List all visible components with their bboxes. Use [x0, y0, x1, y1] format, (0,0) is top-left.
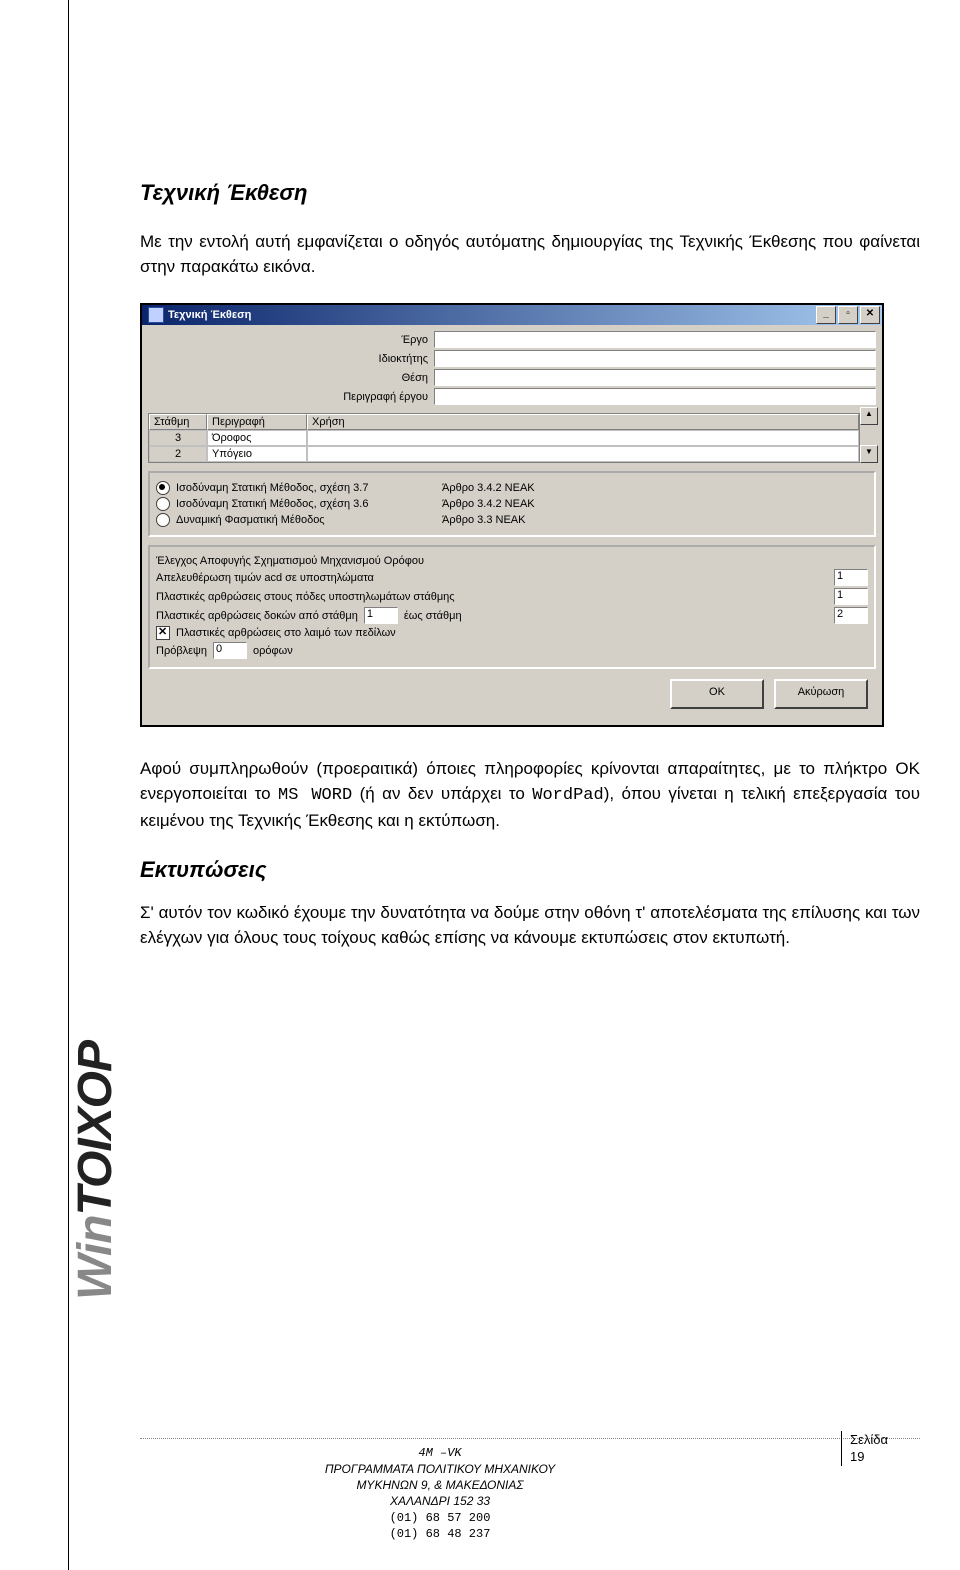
paragraph-after-window: Αφού συμπληρωθούν (προεραιτικά) όποιες π… [140, 757, 920, 833]
radio-static-36[interactable]: Ισοδύναμη Στατική Μέθοδος, σχέση 3.6 Άρθ… [156, 497, 868, 511]
footer-address1: ΜΥΚΗΝΩΝ 9, & ΜΑΚΕΔΟΝΙΑΣ [300, 1477, 580, 1493]
checkbox-label: Πλαστικές αρθρώσεις στο λαιμό των πεδίλω… [176, 627, 396, 639]
text-mono-msword: MS WORD [278, 786, 352, 805]
maximize-button[interactable]: ▫ [838, 306, 858, 324]
cell-use [307, 446, 859, 462]
input-beam-from[interactable]: 1 [364, 607, 398, 624]
input-acd-release[interactable]: 1 [834, 569, 868, 586]
radio-static-37[interactable]: Ισοδύναμη Στατική Μέθοδος, σχέση 3.7 Άρθ… [156, 481, 868, 495]
section-title-printouts: Εκτυπώσεις [140, 857, 920, 883]
radio-icon[interactable] [156, 497, 170, 511]
dialog-title: Τεχνική Έκθεση [144, 307, 251, 323]
radio-ref: Άρθρο 3.4.2 ΝΕΑΚ [442, 498, 868, 510]
paragraph-printouts: Σ' αυτόν τον κωδικό έχουμε την δυνατότητ… [140, 901, 920, 950]
logo-dark: TOIXOP [69, 1041, 122, 1216]
mechanism-title: Έλεγχος Αποφυγής Σχηματισμού Μηχανισμού … [156, 555, 868, 567]
minimize-button[interactable]: _ [816, 306, 836, 324]
label-project: Έργο [148, 334, 434, 346]
input-forecast[interactable]: 0 [213, 642, 247, 659]
ok-button[interactable]: ΟΚ [670, 679, 764, 709]
label-forecast: Πρόβλεψη [156, 645, 207, 657]
label-plastic-columns: Πλαστικές αρθρώσεις στους πόδες υποστηλω… [156, 591, 828, 603]
logo-light: Win [69, 1215, 122, 1300]
left-margin-rule [68, 0, 69, 1570]
input-plastic-columns[interactable]: 1 [834, 588, 868, 605]
text-segment: (ή αν δεν υπάρχει το [352, 784, 532, 803]
col-description: Περιγραφή [207, 414, 307, 430]
cell-level: 3 [149, 430, 207, 446]
close-button[interactable]: ✕ [860, 306, 880, 324]
footer-product: 4M –VK [300, 1445, 580, 1461]
label-owner: Ιδιοκτήτης [148, 353, 434, 365]
checkbox-footings[interactable]: Πλαστικές αρθρώσεις στο λαιμό των πεδίλω… [156, 626, 868, 640]
checkbox-icon[interactable] [156, 626, 170, 640]
input-project[interactable] [434, 331, 876, 348]
levels-grid: Στάθμη Περιγραφή Χρήση 3 Όροφος 2 Υπόγει… [148, 407, 876, 463]
dialog-technical-report: Τεχνική Έκθεση _ ▫ ✕ Έργο Ιδιοκτήτης Θέσ… [140, 303, 884, 727]
col-level: Στάθμη [149, 414, 207, 430]
input-position[interactable] [434, 369, 876, 386]
footer-phone2: (01) 68 48 237 [300, 1526, 580, 1542]
footer-company: ΠΡΟΓΡΑΜΜΑΤΑ ΠΟΛΙΤΙΚΟΥ ΜΗΧΑΝΙΚΟΥ [300, 1461, 580, 1477]
label-acd-release: Απελευθέρωση τιμών acd σε υποστηλώματα [156, 572, 828, 584]
side-logo: WinTOIXOP [68, 1041, 123, 1300]
page-number: 19 [850, 1448, 910, 1466]
footer-phone1: (01) 68 57 200 [300, 1510, 580, 1526]
radio-ref: Άρθρο 3.3 ΝΕΑΚ [442, 514, 868, 526]
cancel-button[interactable]: Ακύρωση [774, 679, 868, 709]
input-beam-to[interactable]: 2 [834, 607, 868, 624]
cell-desc: Υπόγειο [207, 446, 307, 462]
dialog-icon [148, 307, 164, 323]
radio-label: Δυναμική Φασματική Μέθοδος [176, 514, 436, 526]
page-label: Σελίδα [850, 1431, 910, 1449]
label-plastic-beams-to: έως στάθμη [404, 610, 462, 622]
dialog-titlebar: Τεχνική Έκθεση _ ▫ ✕ [142, 305, 882, 325]
paragraph-intro: Με την εντολή αυτή εμφανίζεται ο οδηγός … [140, 230, 920, 279]
radio-ref: Άρθρο 3.4.2 ΝΕΑΚ [442, 482, 868, 494]
table-row[interactable]: 2 Υπόγειο [149, 446, 859, 462]
col-use: Χρήση [307, 414, 859, 430]
label-description: Περιγραφή έργου [148, 391, 434, 403]
cell-desc: Όροφος [207, 430, 307, 446]
radio-dynamic[interactable]: Δυναμική Φασματική Μέθοδος Άρθρο 3.3 ΝΕΑ… [156, 513, 868, 527]
radio-label: Ισοδύναμη Στατική Μέθοδος, σχέση 3.7 [176, 482, 436, 494]
label-floors: ορόφων [253, 645, 293, 657]
table-row[interactable]: 3 Όροφος [149, 430, 859, 446]
method-panel: Ισοδύναμη Στατική Μέθοδος, σχέση 3.7 Άρθ… [148, 471, 876, 537]
mechanism-panel: Έλεγχος Αποφυγής Σχηματισμού Μηχανισμού … [148, 545, 876, 669]
footer-address2: ΧΑΛΑΝΔΡΙ 152 33 [300, 1493, 580, 1509]
text-mono-wordpad: WordPad [532, 786, 603, 805]
label-position: Θέση [148, 372, 434, 384]
cell-level: 2 [149, 446, 207, 462]
dialog-title-text: Τεχνική Έκθεση [168, 309, 251, 321]
radio-icon[interactable] [156, 481, 170, 495]
page-number-block: Σελίδα 19 [841, 1431, 910, 1466]
cell-use [307, 430, 859, 446]
radio-label: Ισοδύναμη Στατική Μέθοδος, σχέση 3.6 [176, 498, 436, 510]
radio-icon[interactable] [156, 513, 170, 527]
grid-scrollbar[interactable]: ▲ ▼ [860, 407, 876, 463]
scroll-up-icon[interactable]: ▲ [860, 407, 878, 425]
footer-block: 4M –VK ΠΡΟΓΡΑΜΜΑΤΑ ΠΟΛΙΤΙΚΟΥ ΜΗΧΑΝΙΚΟΥ Μ… [300, 1445, 580, 1542]
scroll-down-icon[interactable]: ▼ [860, 445, 878, 463]
input-description[interactable] [434, 388, 876, 405]
section-title-technical-report: Τεχνική Έκθεση [140, 180, 920, 206]
input-owner[interactable] [434, 350, 876, 367]
label-plastic-beams-from: Πλαστικές αρθρώσεις δοκών από στάθμη [156, 610, 358, 622]
